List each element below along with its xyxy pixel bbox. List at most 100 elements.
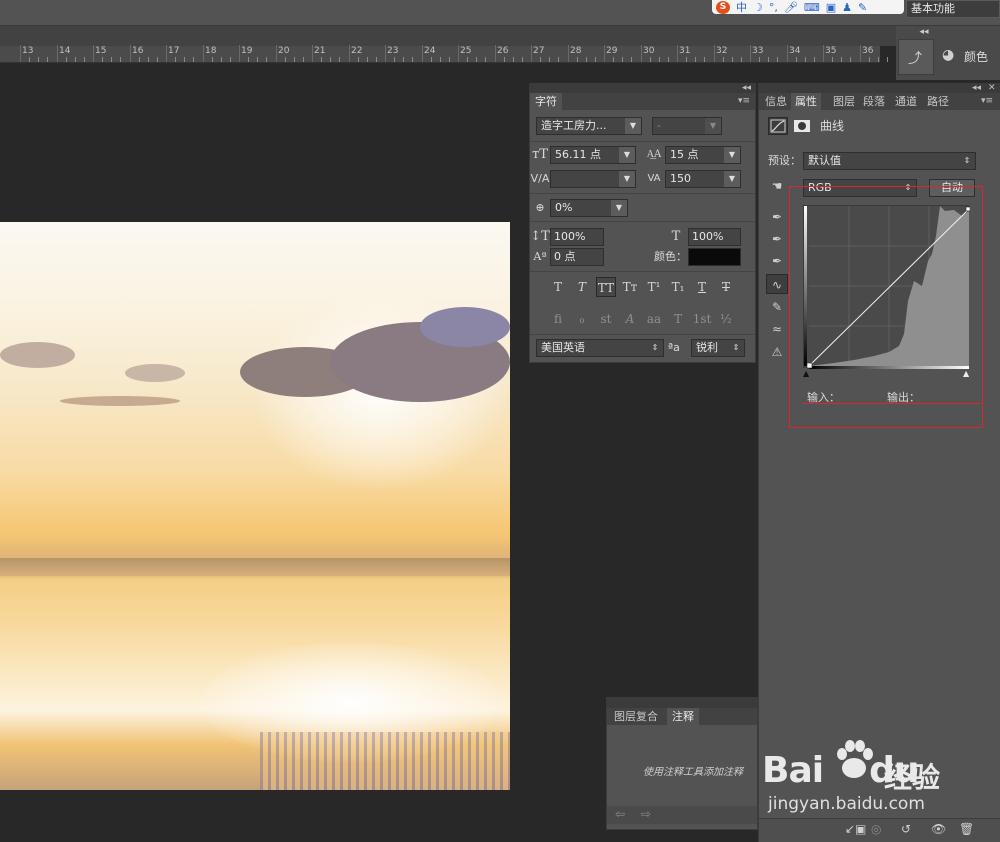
panel-dock-button[interactable]: ⤴ xyxy=(898,39,934,75)
ordinals-button[interactable]: T xyxy=(668,309,688,329)
moon-icon[interactable]: ☽ xyxy=(753,1,763,14)
tab-paragraph[interactable]: 段落 xyxy=(859,93,889,110)
wrench-icon[interactable]: ✎ xyxy=(858,1,867,14)
horizontal-ruler[interactable]: 13 14 15 16 17 18 19 20 21 22 23 24 25 26 27 28 29 30 31 32… xyxy=(0,45,888,63)
ruler-minor-tick xyxy=(850,57,851,62)
panel-menu-icon[interactable]: ▾≡ xyxy=(981,96,993,106)
edit-points-curve-icon[interactable]: ∿ xyxy=(766,274,788,294)
preset-label: 预设： xyxy=(768,154,801,167)
color-panel-label: 颜色 xyxy=(964,50,989,64)
notes-tab-bar: 图层复合 注释 xyxy=(607,708,757,725)
anti-alias-select[interactable]: 锐利 ⇕ xyxy=(691,339,745,357)
text-color-swatch[interactable] xyxy=(688,248,741,266)
fractions-button[interactable]: ½ xyxy=(716,309,736,329)
tab-character[interactable]: 字符 xyxy=(530,93,562,110)
black-point-eyedropper-icon[interactable]: ✒ xyxy=(766,207,788,227)
horizontal-scale-field[interactable]: 100% xyxy=(688,228,741,246)
keyboard-icon[interactable]: ⌨ xyxy=(804,1,820,14)
microphone-icon[interactable]: 🎤︎ xyxy=(784,1,798,14)
ruler-major-tick xyxy=(20,45,21,62)
kerning-field[interactable]: ▼ xyxy=(550,170,636,188)
collapse-arrow-icon[interactable]: ◂◂ xyxy=(914,27,934,37)
tracking-icon: VA xyxy=(647,173,661,184)
on-image-adjust-icon[interactable]: ☚ xyxy=(766,179,788,197)
swash-button[interactable]: A xyxy=(620,309,640,329)
kerning-icon: V/A xyxy=(530,172,550,185)
tab-channels[interactable]: 通道 xyxy=(891,93,921,110)
panel-header[interactable] xyxy=(606,697,758,708)
sogou-logo-icon[interactable]: S xyxy=(716,0,730,14)
faux-italic-button[interactable]: T xyxy=(572,277,592,297)
preset-value: 默认值 xyxy=(808,154,841,167)
underline-button[interactable]: T xyxy=(692,277,712,297)
gray-point-eyedropper-icon[interactable]: ✒ xyxy=(766,229,788,249)
old-style-button[interactable]: ℴ xyxy=(572,309,592,329)
ruler-number: 25 xyxy=(460,46,472,56)
mask-icon[interactable] xyxy=(792,117,812,135)
font-size-icon: ᴛT xyxy=(532,147,548,162)
ruler-minor-tick xyxy=(887,57,888,62)
ruler-minor-tick xyxy=(558,57,559,62)
ruler-major-tick xyxy=(385,45,386,62)
stylistic-alternates-button[interactable]: st xyxy=(596,309,616,329)
fractions-ordinal-button[interactable]: 1st xyxy=(692,309,712,329)
shirt-icon[interactable]: ♟ xyxy=(842,1,852,14)
clipping-warning-icon[interactable]: ⚠ xyxy=(766,342,788,362)
tsume-field[interactable]: 0% ▼ xyxy=(550,199,628,217)
color-panel-button[interactable]: ◕ 颜色 xyxy=(938,44,998,68)
smooth-curve-icon[interactable]: ≈ xyxy=(766,319,788,339)
arrow-right-icon[interactable]: ⇨ xyxy=(641,807,651,821)
arrow-left-icon[interactable]: ⇦ xyxy=(615,807,625,821)
panel-header[interactable]: ◂◂ xyxy=(529,83,756,93)
superscript-button[interactable]: T¹ xyxy=(644,277,664,297)
ruler-number: 27 xyxy=(533,46,545,56)
chevron-down-icon: ▼ xyxy=(625,118,641,134)
small-caps-button[interactable]: Tт xyxy=(620,277,640,297)
faux-bold-button[interactable]: T xyxy=(548,277,568,297)
curves-adjustment-icon[interactable] xyxy=(768,117,788,135)
collapse-icon[interactable]: ◂◂ xyxy=(742,83,754,93)
ime-toolbar[interactable]: S 中 ☽ °, 🎤︎ ⌨ ▣ ♟ ✎ xyxy=(712,0,904,14)
chevron-down-icon: ▼ xyxy=(619,171,635,187)
gift-icon[interactable]: ▣ xyxy=(826,1,836,14)
ruler-minor-tick xyxy=(321,57,322,62)
anti-alias-value: 锐利 xyxy=(696,341,718,354)
ruler-major-tick xyxy=(823,45,824,62)
panel-menu-icon[interactable]: ▾≡ xyxy=(738,96,750,106)
tab-layer-comps[interactable]: 图层复合 xyxy=(609,708,663,725)
collapse-icon[interactable]: ◂◂ xyxy=(972,83,984,93)
tab-paths[interactable]: 路径 xyxy=(923,93,953,110)
white-point-eyedropper-icon[interactable]: ✒ xyxy=(766,251,788,271)
tab-properties[interactable]: 属性 xyxy=(791,93,821,110)
vertical-scale-field[interactable]: 100% xyxy=(550,228,604,246)
pencil-draw-icon[interactable]: ✎ xyxy=(766,297,788,317)
ruler-number: 13 xyxy=(22,46,34,56)
tab-layers[interactable]: 图层 xyxy=(829,93,859,110)
workspace-switcher[interactable]: 基本功能 xyxy=(906,0,1000,18)
preset-select[interactable]: 默认值 ⇕ xyxy=(803,152,976,170)
font-size-field[interactable]: 56.11 点 ▼ xyxy=(550,146,636,164)
ime-mode-label[interactable]: 中 xyxy=(736,1,747,14)
close-icon[interactable]: ✕ xyxy=(988,83,1000,93)
subscript-button[interactable]: T₁ xyxy=(668,277,688,297)
ruler-major-tick xyxy=(349,45,350,62)
leading-field[interactable]: 15 点 ▼ xyxy=(665,146,741,164)
all-caps-button[interactable]: TT xyxy=(596,277,616,297)
font-style-select[interactable]: - ▼ xyxy=(652,117,722,135)
ligatures-button[interactable]: fi xyxy=(548,309,568,329)
canvas-image[interactable] xyxy=(0,222,510,790)
tracking-field[interactable]: 150 ▼ xyxy=(665,170,741,188)
strikethrough-button[interactable]: T xyxy=(716,277,736,297)
ruler-major-tick xyxy=(495,45,496,62)
ruler-minor-tick xyxy=(412,57,413,62)
titling-button[interactable]: aa xyxy=(644,309,664,329)
tab-notes[interactable]: 注释 xyxy=(667,708,699,725)
language-select[interactable]: 美国英语 ⇕ xyxy=(536,339,664,357)
panel-header[interactable]: ◂◂ ✕ xyxy=(758,83,1000,93)
leading-value: 15 点 xyxy=(670,148,699,161)
baseline-shift-field[interactable]: 0 点 xyxy=(550,248,604,266)
ruler-minor-tick xyxy=(513,57,514,62)
font-family-select[interactable]: 造字工房力... ▼ xyxy=(536,117,642,135)
tab-info[interactable]: 信息 xyxy=(761,93,791,110)
comma-icon[interactable]: °, xyxy=(769,1,778,14)
